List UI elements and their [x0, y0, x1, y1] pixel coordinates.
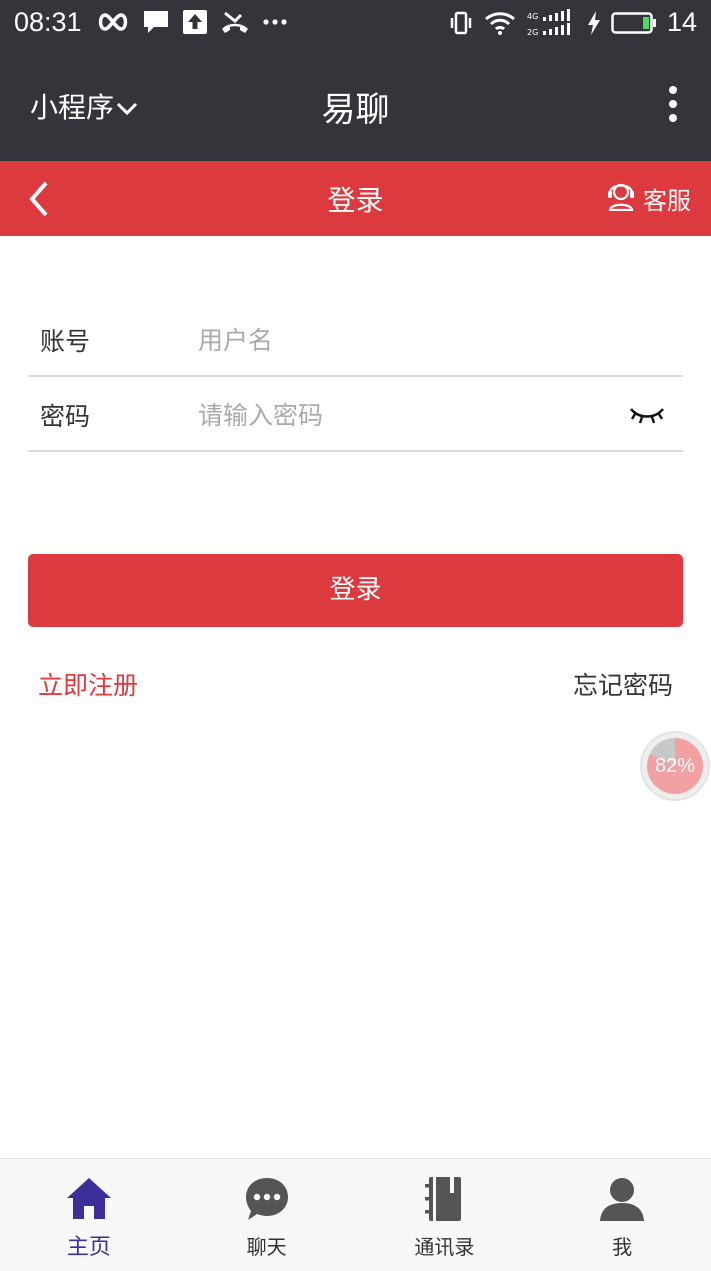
bottom-tab-bar: 主页 聊天 通讯录 我: [0, 1158, 711, 1271]
home-icon: [65, 1175, 113, 1223]
infinity-icon: [96, 11, 130, 33]
account-label: 账号: [40, 327, 91, 356]
login-button[interactable]: 登录: [28, 554, 683, 627]
more-options-icon[interactable]: [665, 86, 681, 126]
tab-home-label: 主页: [66, 1235, 111, 1260]
svg-text:4G: 4G: [527, 12, 538, 21]
tab-chat[interactable]: 聊天: [178, 1159, 356, 1271]
upload-icon: [182, 9, 208, 35]
missed-call-icon: [220, 9, 250, 35]
customer-service-label: 客服: [643, 186, 691, 215]
customer-service-button[interactable]: 客服: [607, 179, 691, 217]
page-title: 登录: [327, 184, 384, 217]
account-row: 账号: [28, 302, 683, 377]
eye-closed-icon[interactable]: [629, 405, 665, 427]
wifi-icon: [483, 10, 517, 36]
percent-ring: 82%: [647, 738, 703, 794]
tab-contacts-label: 通讯录: [414, 1235, 475, 1259]
battery-icon: [611, 11, 657, 35]
more-notifications-icon: [262, 18, 288, 26]
chat-icon: [243, 1175, 291, 1223]
nav-bar: 登录 客服: [0, 161, 711, 236]
headset-icon: [607, 179, 635, 217]
status-right-icons: 4G 2G: [449, 9, 657, 37]
charging-icon: [587, 10, 601, 36]
password-input[interactable]: [198, 393, 598, 437]
battery-level-text: 14: [666, 7, 697, 37]
mini-program-header: 小程序 易聊: [0, 50, 711, 161]
contacts-book-icon: [420, 1175, 468, 1223]
app-title: 易聊: [321, 90, 390, 130]
tab-contacts[interactable]: 通讯录: [356, 1159, 534, 1271]
message-icon: [142, 9, 170, 35]
status-left-icons: [96, 9, 288, 35]
password-row: 密码: [28, 377, 683, 452]
svg-text:2G: 2G: [527, 28, 538, 37]
account-input[interactable]: [198, 318, 598, 362]
forgot-password-link[interactable]: 忘记密码: [573, 666, 673, 702]
password-label: 密码: [40, 402, 91, 431]
cellular-signal-icon: 4G 2G: [527, 9, 577, 37]
register-link[interactable]: 立即注册: [38, 666, 138, 702]
floating-percent-badge[interactable]: 82%: [642, 733, 708, 799]
user-icon: [598, 1175, 646, 1223]
status-bar: 08:31 4G 2G 14: [0, 0, 711, 50]
tab-me[interactable]: 我: [533, 1159, 711, 1271]
login-form: 账号 密码: [28, 302, 683, 452]
tab-home[interactable]: 主页: [0, 1159, 178, 1271]
vibrate-icon: [449, 10, 473, 36]
percent-text: 82%: [654, 754, 696, 777]
status-time: 08:31: [14, 7, 82, 37]
tab-me-label: 我: [612, 1235, 633, 1259]
tab-chat-label: 聊天: [246, 1235, 287, 1259]
